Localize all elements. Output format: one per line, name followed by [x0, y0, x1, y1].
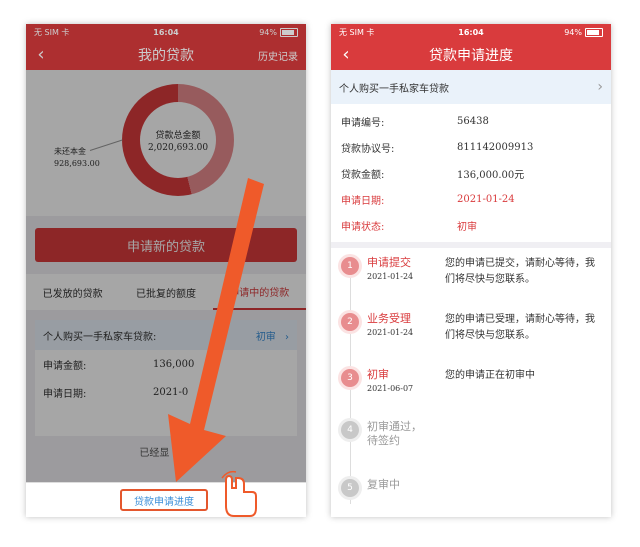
pending-loan-card[interactable]: 个人购买一手私家车贷款: 初审 › 申请金额: 136,000 申请日期: 20… [35, 320, 297, 436]
loan-card-title: 个人购买一手私家车贷款: [43, 331, 157, 343]
loan-card-row: 申请金额: 136,000 [43, 358, 195, 372]
step-name: 申请提交 [367, 256, 411, 269]
step-number-badge: 4 [341, 421, 359, 439]
battery-icon [280, 27, 298, 37]
history-link[interactable]: 历史记录 [258, 48, 298, 63]
step-date: 2021-06-07 [367, 384, 414, 393]
step-name: 复审中 [367, 478, 400, 491]
status-bar: 无 SIM 卡 16:04 94% [26, 24, 306, 40]
loan-donut-chart: 贷款总金额 2,020,693.00 [122, 84, 234, 196]
step-date: 2021-01-24 [367, 328, 414, 337]
timeline-step: 4 初审通过，待签约 [341, 420, 601, 478]
back-chevron-icon[interactable]: ‹ [26, 40, 56, 70]
tab-approved-limits[interactable]: 已批复的额度 [119, 274, 212, 310]
step-description: 您的申请已提交，请耐心等待，我们将尽快与您联系。 [445, 258, 595, 285]
detail-row: 申请日期: 2021-01-24 [341, 193, 515, 207]
detail-row: 申请状态: 初审 [341, 221, 477, 233]
total-amount: 2,020,693.00 [147, 142, 209, 153]
step-number-badge: 5 [341, 479, 359, 497]
detail-row: 申请编号: 56438 [341, 115, 489, 129]
clock: 16:04 [153, 27, 179, 37]
back-chevron-icon[interactable]: ‹ [331, 40, 361, 70]
clock: 16:04 [458, 27, 484, 37]
timeline-step: 5 复审中 [341, 478, 601, 517]
step-description: 您的申请正在初审中 [445, 370, 535, 381]
tab-issued-loans[interactable]: 已发放的贷款 [26, 274, 119, 310]
nav-bar: ‹ 贷款申请进度 [331, 40, 611, 70]
donut-center: 贷款总金额 2,020,693.00 [140, 102, 216, 178]
loan-product-name: 个人购买一手私家车贷款 [339, 83, 449, 95]
total-label: 贷款总金额 [155, 130, 201, 141]
step-date: 2021-01-24 [367, 272, 414, 281]
apply-new-loan-button[interactable]: 申请新的贷款 [35, 228, 297, 262]
loan-card-row: 申请日期: 2021-0 [43, 386, 189, 400]
status-badge: 初审 › [255, 331, 289, 343]
step-number-badge: 3 [341, 369, 359, 387]
loan-summary: 贷款总金额 2,020,693.00 未还本金 928,693.00 [26, 70, 306, 216]
tab-pending-loans[interactable]: 申请中的贷款 [212, 274, 306, 310]
loan-progress-button[interactable]: 贷款申请进度 [120, 489, 208, 511]
loan-progress-screen: 无 SIM 卡 16:04 94% ‹ 贷款申请进度 个人购买一手私家车贷款 ›… [331, 24, 611, 517]
battery-icon [585, 27, 603, 37]
detail-row: 贷款金额: 136,000.00元 [341, 169, 525, 181]
timeline-step: 1 申请提交 2021-01-24 您的申请已提交，请耐心等待，我们将尽快与您联… [341, 256, 601, 312]
status-bar: 无 SIM 卡 16:04 94% [331, 24, 611, 40]
page-title: 贷款申请进度 [429, 48, 513, 64]
step-description: 您的申请已受理，请耐心等待，我们将尽快与您联系。 [445, 314, 595, 341]
bottom-bar: 贷款申请进度 [26, 482, 306, 517]
chevron-right-icon: › [285, 331, 289, 343]
unpaid-label: 未还本金 [54, 147, 86, 156]
step-number-badge: 2 [341, 313, 359, 331]
unpaid-amount: 928,693.00 [54, 159, 100, 168]
step-name: 业务受理 [367, 312, 411, 325]
detail-row: 贷款协议号: 811142009913 [341, 141, 534, 155]
step-name: 初审 [367, 368, 389, 381]
my-loans-screen: 无 SIM 卡 16:04 94% ‹ 我的贷款 历史记录 贷款总金额 2,02… [26, 24, 306, 517]
all-records-shown: 已经显 记录 [139, 448, 193, 459]
loan-tabs: 已发放的贷款 已批复的额度 申请中的贷款 [26, 274, 306, 310]
nav-bar: ‹ 我的贷款 历史记录 [26, 40, 306, 70]
timeline-step: 3 初审 2021-06-07 您的申请正在初审中 [341, 368, 601, 420]
unpaid-principal: 未还本金 928,693.00 [54, 146, 100, 170]
progress-timeline: 1 申请提交 2021-01-24 您的申请已提交，请耐心等待，我们将尽快与您联… [331, 248, 611, 517]
application-details: 申请编号: 56438 贷款协议号: 811142009913 贷款金额: 13… [331, 104, 611, 242]
loan-product-row[interactable]: 个人购买一手私家车贷款 › [331, 70, 611, 104]
chevron-right-icon: › [597, 79, 603, 95]
timeline-step: 2 业务受理 2021-01-24 您的申请已受理，请耐心等待，我们将尽快与您联… [341, 312, 601, 368]
step-name: 初审通过，待签约 [367, 420, 422, 447]
step-number-badge: 1 [341, 257, 359, 275]
